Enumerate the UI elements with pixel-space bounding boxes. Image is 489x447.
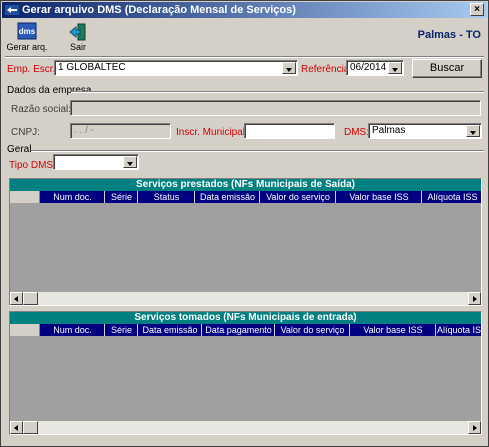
company-data-divider bbox=[71, 91, 484, 93]
reference-label: Referência: bbox=[301, 64, 353, 75]
close-button[interactable]: × bbox=[470, 3, 484, 16]
svg-text:dms: dms bbox=[19, 27, 36, 36]
municipal-registration-field[interactable] bbox=[244, 123, 335, 139]
razao-social-field[interactable] bbox=[70, 100, 481, 116]
company-label: Emp. Escr.: bbox=[7, 64, 59, 75]
dms-value: Palmas bbox=[372, 125, 406, 136]
chevron-down-icon[interactable] bbox=[123, 156, 137, 168]
generate-file-button[interactable]: dms Gerar arq. bbox=[5, 20, 49, 54]
horizontal-scrollbar[interactable] bbox=[10, 421, 481, 434]
horizontal-scrollbar[interactable] bbox=[10, 292, 481, 305]
generate-file-label: Gerar arq. bbox=[6, 42, 48, 52]
chevron-down-icon[interactable] bbox=[466, 125, 480, 137]
scroll-thumb[interactable] bbox=[23, 421, 38, 434]
column-header[interactable]: Alíquota ISS bbox=[437, 324, 481, 336]
scroll-right-icon[interactable] bbox=[468, 292, 481, 305]
scroll-right-icon[interactable] bbox=[468, 421, 481, 434]
reference-value: 06/2014 bbox=[350, 62, 387, 73]
search-button[interactable]: Buscar bbox=[412, 59, 482, 78]
services-provided-header: Num doc. Série Status Data emissão Valor… bbox=[10, 191, 481, 203]
column-header[interactable]: Valor base ISS bbox=[351, 324, 436, 336]
column-header[interactable]: Num doc. bbox=[41, 191, 105, 203]
column-header[interactable]: Série bbox=[106, 324, 138, 336]
dms-label: DMS: bbox=[344, 127, 369, 138]
services-taken-title: Serviços tomados (NFs Municipais de entr… bbox=[10, 312, 481, 324]
chevron-down-icon[interactable] bbox=[282, 62, 296, 74]
exit-button[interactable]: Sair bbox=[60, 20, 96, 54]
row-indicator-header bbox=[10, 191, 40, 203]
column-header[interactable]: Data pagamento bbox=[203, 324, 275, 336]
general-section-label: Geral bbox=[7, 144, 32, 155]
column-header[interactable]: Num doc. bbox=[41, 324, 105, 336]
chevron-down-icon[interactable] bbox=[388, 62, 402, 74]
row-indicator-header bbox=[10, 324, 40, 336]
services-provided-grid[interactable]: Serviços prestados (NFs Municipais de Sa… bbox=[9, 178, 482, 306]
toolbar: dms Gerar arq. Sair Palmas - TO bbox=[2, 18, 487, 56]
dms-type-select[interactable] bbox=[53, 154, 139, 170]
services-provided-title: Serviços prestados (NFs Municipais de Sa… bbox=[10, 179, 481, 191]
scroll-left-icon[interactable] bbox=[10, 421, 23, 434]
company-select[interactable]: 1 GLOBALTEC bbox=[54, 60, 298, 76]
exit-label: Sair bbox=[69, 42, 86, 52]
dms-window: Gerar arquivo DMS (Declaração Mensal de … bbox=[0, 0, 489, 447]
municipal-registration-label: Inscr. Municipal: bbox=[176, 127, 248, 138]
dms-file-icon: dms bbox=[17, 22, 37, 40]
title-bar[interactable]: Gerar arquivo DMS (Declaração Mensal de … bbox=[2, 2, 487, 18]
window-title: Gerar arquivo DMS (Declaração Mensal de … bbox=[22, 4, 296, 16]
app-icon bbox=[5, 5, 19, 15]
general-divider bbox=[31, 150, 484, 152]
scroll-left-icon[interactable] bbox=[10, 292, 23, 305]
company-value: 1 GLOBALTEC bbox=[58, 62, 126, 73]
razao-social-label: Razão social: bbox=[11, 104, 72, 115]
toolbar-divider bbox=[5, 56, 484, 58]
scroll-thumb[interactable] bbox=[23, 292, 38, 305]
column-header[interactable]: Data emissão bbox=[139, 324, 202, 336]
services-taken-grid[interactable]: Serviços tomados (NFs Municipais de entr… bbox=[9, 311, 482, 435]
dms-select[interactable]: Palmas bbox=[368, 123, 482, 139]
reference-select[interactable]: 06/2014 bbox=[346, 60, 404, 76]
city-label: Palmas - TO bbox=[417, 29, 481, 41]
exit-door-icon bbox=[69, 23, 86, 41]
column-header[interactable]: Série bbox=[106, 191, 138, 203]
column-header[interactable]: Data emissão bbox=[196, 191, 260, 203]
cnpj-field[interactable]: . . / - bbox=[70, 123, 171, 139]
column-header[interactable]: Valor base ISS bbox=[337, 191, 422, 203]
column-header[interactable]: Alíquota ISS bbox=[423, 191, 481, 203]
column-header[interactable]: Valor do serviço bbox=[276, 324, 350, 336]
column-header[interactable]: Status bbox=[139, 191, 195, 203]
cnpj-label: CNPJ: bbox=[11, 127, 40, 138]
services-taken-header: Num doc. Série Data emissão Data pagamen… bbox=[10, 324, 481, 336]
column-header[interactable]: Valor do serviço bbox=[261, 191, 336, 203]
dms-type-label: Tipo DMS: bbox=[9, 160, 56, 171]
